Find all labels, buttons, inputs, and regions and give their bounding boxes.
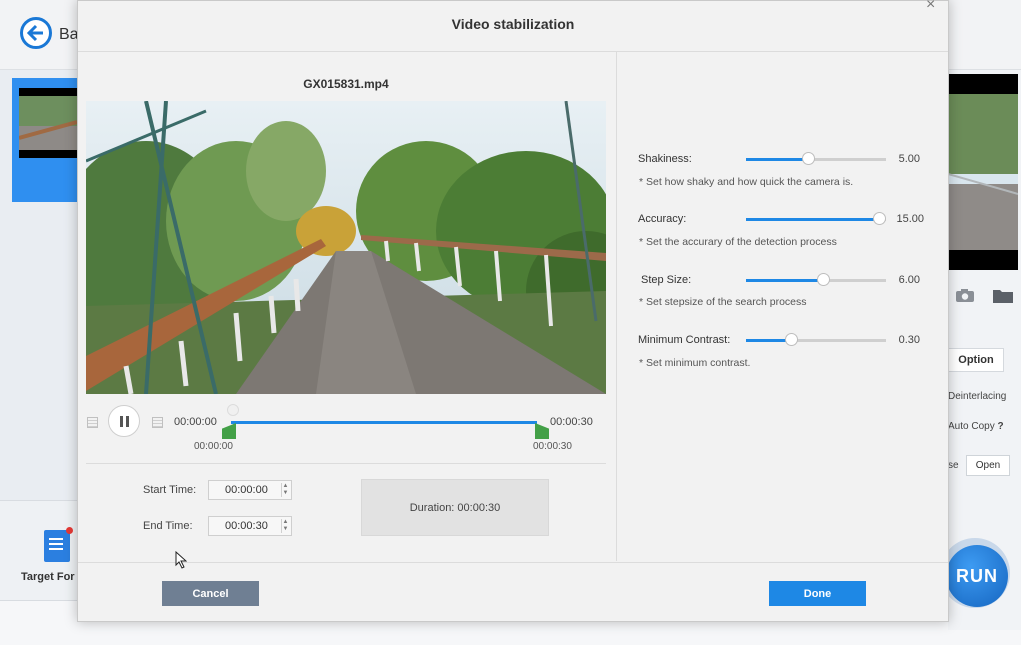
accuracy-label: Accuracy:: [638, 213, 687, 225]
playhead[interactable]: [227, 404, 239, 416]
open-button[interactable]: Open: [966, 455, 1010, 476]
timeline-grip-right: [152, 417, 163, 428]
minimum-contrast-help: * Set minimum contrast.: [639, 357, 751, 369]
minimum-contrast-value: 0.30: [898, 334, 920, 346]
divider: [78, 562, 948, 563]
folder-icon[interactable]: [992, 288, 1014, 304]
slider-thumb[interactable]: [802, 152, 815, 165]
notification-dot: [66, 527, 73, 534]
pause-button[interactable]: [108, 405, 140, 437]
video-preview: [86, 101, 606, 394]
end-time-input[interactable]: 00:00:30 ▲ ▼: [208, 516, 292, 536]
back-icon[interactable]: [20, 17, 52, 49]
file-name: GX015831.mp4: [303, 77, 389, 91]
accuracy-value: 15.00: [896, 213, 924, 225]
shakiness-value: 5.00: [898, 153, 920, 165]
start-time-label: Start Time:: [143, 484, 197, 496]
auto-copy-text: Auto Copy: [948, 421, 995, 432]
accuracy-help: * Set the accurary of the detection proc…: [639, 236, 837, 248]
shakiness-help: * Set how shaky and how quick the camera…: [639, 176, 854, 188]
end-time-stepper[interactable]: ▲ ▼: [281, 519, 289, 533]
divider: [616, 52, 617, 561]
timeline-start-time: 00:00:00: [174, 416, 217, 428]
slider-thumb[interactable]: [785, 333, 798, 346]
mouse-cursor-icon: [175, 550, 188, 574]
divider: [78, 51, 948, 52]
camera-icon[interactable]: [955, 288, 975, 303]
auto-copy-label[interactable]: Auto Copy ?: [948, 421, 1004, 432]
timeline-grip-left: [87, 417, 98, 428]
deinterlacing-label[interactable]: Deinterlacing: [948, 391, 1006, 402]
preview-thumbnail: [948, 74, 1018, 270]
video-stabilization-dialog: Video stabilization × GX015831.mp4 00:00…: [77, 0, 949, 622]
step-size-value: 6.00: [898, 274, 920, 286]
timeline-end-time: 00:00:30: [550, 416, 593, 428]
close-icon[interactable]: ×: [926, 0, 935, 14]
end-time-label: End Time:: [143, 520, 193, 532]
slider-thumb[interactable]: [817, 273, 830, 286]
file-thumbnail: [19, 88, 77, 158]
start-time-value: 00:00:00: [225, 484, 268, 496]
start-time-stepper[interactable]: ▲ ▼: [281, 483, 289, 497]
back-label: Ba: [59, 26, 79, 43]
target-format-icon[interactable]: [44, 530, 70, 562]
divider: [86, 463, 606, 464]
trim-end-handle[interactable]: [535, 423, 549, 439]
run-button[interactable]: RUN: [946, 545, 1008, 607]
end-time-value: 00:00:30: [225, 520, 268, 532]
done-button[interactable]: Done: [769, 581, 866, 606]
browse-button-partial[interactable]: se: [948, 460, 959, 471]
step-size-help: * Set stepsize of the search process: [639, 296, 807, 308]
target-format-label[interactable]: Target For: [21, 571, 75, 583]
duration-display: Duration: 00:00:30: [361, 479, 549, 536]
cancel-button[interactable]: Cancel: [162, 581, 259, 606]
dialog-title: Video stabilization: [451, 16, 575, 32]
trim-start-label: 00:00:00: [194, 441, 233, 452]
step-size-label: Step Size:: [641, 274, 692, 286]
shakiness-label: Shakiness:: [638, 153, 692, 165]
trim-start-handle[interactable]: [222, 423, 236, 439]
option-button[interactable]: Option: [948, 348, 1004, 372]
trim-range-bar[interactable]: [231, 421, 537, 424]
start-time-input[interactable]: 00:00:00 ▲ ▼: [208, 480, 292, 500]
minimum-contrast-label: Minimum Contrast:: [638, 334, 731, 346]
help-icon[interactable]: ?: [997, 421, 1003, 432]
trim-end-label: 00:00:30: [533, 441, 572, 452]
